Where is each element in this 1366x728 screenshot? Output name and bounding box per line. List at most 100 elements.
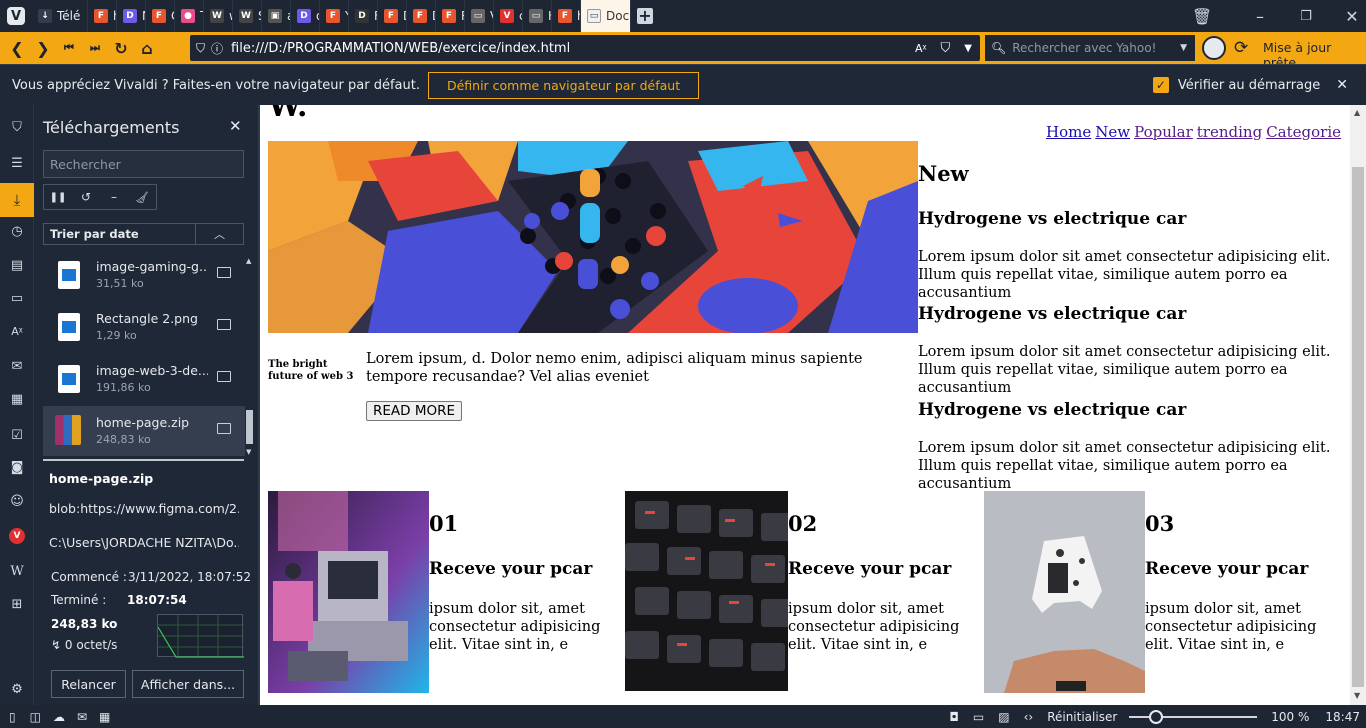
- download-item[interactable]: image-web-3-de... 191,86 ko: [43, 354, 245, 404]
- reload-button[interactable]: ↻: [108, 32, 134, 64]
- chevron-down-icon[interactable]: ▼: [964, 43, 972, 54]
- translate-icon[interactable]: Aᵡ: [915, 42, 927, 55]
- tab-3[interactable]: FCréa: [146, 0, 175, 32]
- retry-icon[interactable]: ↺: [72, 185, 100, 209]
- images-icon[interactable]: ▨: [998, 710, 1009, 724]
- zoom-slider[interactable]: [1129, 709, 1258, 724]
- url-field[interactable]: ⛉ ⓘ file:///D:/PROGRAMMATION/WEB/exercic…: [190, 35, 980, 61]
- bookmark-icon[interactable]: ⛉: [941, 41, 951, 56]
- reading-list-icon[interactable]: ☰: [7, 153, 27, 173]
- reset-zoom-button[interactable]: Réinitialiser: [1047, 710, 1117, 724]
- search-field[interactable]: 🔍︎ Rechercher avec Yahoo! ▼: [985, 35, 1195, 61]
- tab-13[interactable]: FRece: [436, 0, 465, 32]
- tile-window-icon[interactable]: ▭: [973, 710, 984, 724]
- set-default-button[interactable]: Définir comme navigateur par défaut: [427, 71, 700, 99]
- calendar-status-icon[interactable]: ▦: [99, 710, 110, 724]
- bookmarks-icon[interactable]: ⛉: [7, 117, 27, 137]
- history-icon[interactable]: ◷: [7, 221, 27, 241]
- tab-7[interactable]: ▣appr: [262, 0, 291, 32]
- tab-18[interactable]: ▭ Doc: [581, 0, 631, 32]
- pause-icon[interactable]: ❚❚: [44, 185, 72, 209]
- settings-gear-icon[interactable]: ⚙: [7, 679, 27, 699]
- tab-2[interactable]: DMes: [117, 0, 146, 32]
- minimize-button[interactable]: –: [1246, 0, 1274, 32]
- feeds-icon[interactable]: ◙: [7, 457, 27, 477]
- tab-14[interactable]: ▭VOY: [465, 0, 494, 32]
- nav-link-0[interactable]: Home: [1046, 123, 1091, 141]
- page-scrollbar[interactable]: ▲ ▼: [1350, 105, 1366, 705]
- tab-17[interactable]: Fhom: [552, 0, 581, 32]
- remove-icon[interactable]: –: [100, 185, 128, 209]
- folder-icon[interactable]: [217, 267, 231, 278]
- nav-link-2[interactable]: Popular: [1134, 123, 1193, 141]
- tab-8[interactable]: Dopen: [291, 0, 320, 32]
- tab-6[interactable]: WSites: [233, 0, 262, 32]
- close-panel-icon[interactable]: ✕: [229, 117, 242, 135]
- add-panel-icon[interactable]: ⊞: [7, 594, 27, 614]
- chevron-down-icon[interactable]: ▼: [1180, 43, 1187, 53]
- nav-link-4[interactable]: Categorie: [1266, 123, 1341, 141]
- tab-12[interactable]: FDraf: [407, 0, 436, 32]
- tab-5[interactable]: Wwww: [204, 0, 233, 32]
- close-window-button[interactable]: ✕: [1338, 0, 1366, 32]
- tab-9[interactable]: FYum: [320, 0, 349, 32]
- tasks-icon[interactable]: ☑: [7, 425, 27, 445]
- tab-1[interactable]: Fhome: [88, 0, 117, 32]
- downloads-scrollbar[interactable]: ▲ ▼: [245, 257, 255, 457]
- zoom-value: 100 %: [1271, 709, 1310, 724]
- nav-link-3[interactable]: trending: [1197, 123, 1262, 141]
- check-startup-label[interactable]: Vérifier au démarrage: [1178, 78, 1320, 93]
- contacts-icon[interactable]: ☺: [7, 491, 27, 511]
- cloud-sync-icon[interactable]: ☁: [53, 710, 65, 724]
- downloads-search-input[interactable]: Rechercher: [43, 150, 244, 178]
- code-icon[interactable]: ‹›: [1024, 710, 1034, 724]
- read-more-button[interactable]: READ MORE: [366, 401, 463, 421]
- tiling-icon[interactable]: ◫: [30, 710, 41, 724]
- new-tab-button[interactable]: +: [631, 0, 659, 32]
- sort-dropdown[interactable]: Trier par date ︿: [43, 223, 244, 245]
- tab-16[interactable]: ▭Hôte: [523, 0, 552, 32]
- relaunch-button[interactable]: Relancer: [51, 670, 126, 698]
- show-in-folder-button[interactable]: Afficher dans...: [132, 670, 244, 698]
- mail-icon[interactable]: ✉: [7, 356, 27, 376]
- close-notification-icon[interactable]: ✕: [1336, 77, 1348, 93]
- notes-icon[interactable]: ▤: [7, 255, 27, 275]
- vivaldi-web-panel-icon[interactable]: V: [7, 526, 27, 546]
- folder-icon[interactable]: [217, 423, 231, 434]
- clean-icon[interactable]: 🧹︎: [128, 185, 156, 209]
- tab-favicon-icon: F: [94, 9, 108, 23]
- forward-button[interactable]: ❯: [30, 32, 56, 64]
- nav-link-1[interactable]: New: [1095, 123, 1130, 141]
- chevron-up-icon[interactable]: ︿: [195, 224, 243, 244]
- panel-toggle-icon[interactable]: ▯: [9, 710, 16, 724]
- restore-button[interactable]: ❐: [1292, 0, 1320, 32]
- window-icon[interactable]: ▭: [7, 288, 27, 308]
- rewind-button[interactable]: ⏮: [56, 32, 82, 64]
- mail-status-icon[interactable]: ✉: [77, 710, 87, 724]
- wikipedia-panel-icon[interactable]: W: [7, 561, 27, 581]
- back-button[interactable]: ❮: [4, 32, 30, 64]
- update-icon[interactable]: ⟳: [1234, 38, 1248, 58]
- tab-15[interactable]: Vchro: [494, 0, 523, 32]
- home-button[interactable]: ⌂: [134, 32, 160, 64]
- tab-4[interactable]: ●Trend: [175, 0, 204, 32]
- translate-panel-icon[interactable]: Aᵡ: [7, 321, 27, 341]
- capture-icon[interactable]: ◘: [949, 710, 959, 724]
- calendar-icon[interactable]: ▦: [7, 389, 27, 409]
- detail-path[interactable]: C:\Users\JORDACHE NZITA\Do...: [49, 535, 239, 550]
- profile-avatar[interactable]: [1202, 36, 1226, 60]
- folder-icon[interactable]: [217, 319, 231, 330]
- tab-0[interactable]: ↓ Télé: [32, 0, 88, 32]
- tab-11[interactable]: FDraf: [378, 0, 407, 32]
- downloads-icon[interactable]: ⤓: [0, 183, 34, 217]
- vivaldi-menu-button[interactable]: V: [0, 0, 32, 32]
- checkbox-checked-icon[interactable]: ✓: [1152, 77, 1169, 93]
- fast-forward-button[interactable]: ⏭: [82, 32, 108, 64]
- tab-10[interactable]: DFigm: [349, 0, 378, 32]
- trash-button[interactable]: 🗑: [1188, 0, 1216, 32]
- download-item[interactable]: home-page.zip 248,83 ko: [43, 406, 245, 456]
- download-item[interactable]: image-gaming-g... 31,51 ko: [43, 250, 245, 300]
- download-item[interactable]: Rectangle 2.png 1,29 ko: [43, 302, 245, 352]
- folder-icon[interactable]: [217, 371, 231, 382]
- detail-source[interactable]: blob:https://www.figma.com/2...: [49, 501, 239, 516]
